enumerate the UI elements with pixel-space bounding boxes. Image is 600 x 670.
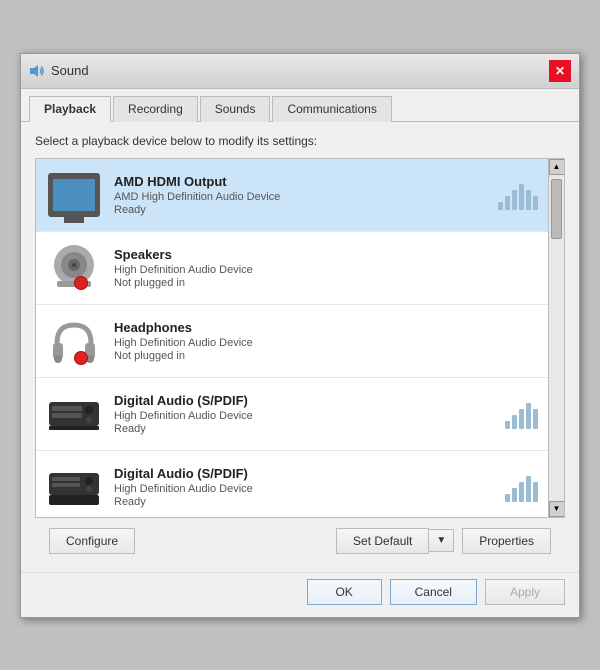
action-buttons: Configure Set Default ▼ Properties [35, 518, 565, 560]
device-icon-headphone [46, 315, 102, 367]
dialog-footer: OK Cancel Apply [21, 572, 579, 617]
device-list-inner: AMD HDMI Output AMD High Definition Audi… [36, 159, 548, 517]
tab-bar: Playback Recording Sounds Communications [21, 89, 579, 122]
device-status: Ready [114, 496, 497, 508]
vol-bar [512, 415, 517, 429]
device-status: Ready [114, 204, 490, 216]
sound-dialog: Sound ✕ Playback Recording Sounds Commun… [20, 53, 580, 618]
device-info: Digital Audio (S/PDIF) High Definition A… [114, 393, 497, 435]
vol-bar [512, 488, 517, 502]
vol-bar [519, 409, 524, 429]
scroll-up-button[interactable]: ▲ [549, 159, 565, 175]
device-name: AMD HDMI Output [114, 174, 490, 189]
set-default-group: Set Default ▼ Properties [336, 528, 551, 554]
device-driver: High Definition Audio Device [114, 264, 538, 276]
configure-button[interactable]: Configure [49, 528, 135, 554]
title-bar: Sound ✕ [21, 54, 579, 89]
instruction-text: Select a playback device below to modify… [35, 134, 565, 148]
device-status: Not plugged in [114, 350, 538, 362]
volume-bars [498, 180, 538, 210]
device-name: Headphones [114, 320, 538, 335]
tv-icon [48, 173, 100, 217]
device-driver: AMD High Definition Audio Device [114, 191, 490, 203]
vol-bar [519, 482, 524, 502]
device-icon-speaker [46, 242, 102, 294]
vol-bar [512, 190, 517, 210]
scrollbar[interactable]: ▲ ▼ [548, 159, 564, 517]
device-name: Digital Audio (S/PDIF) [114, 393, 497, 408]
vol-bar [533, 196, 538, 210]
red-dot-icon [74, 351, 88, 365]
vol-bar [526, 476, 531, 502]
apply-button[interactable]: Apply [485, 579, 565, 605]
device-item[interactable]: Digital Audio (S/PDIF) High Definition A… [36, 378, 548, 451]
device-driver: High Definition Audio Device [114, 337, 538, 349]
device-info: Speakers High Definition Audio Device No… [114, 247, 538, 289]
digital-audio-icon2 [48, 465, 100, 509]
device-status: Not plugged in [114, 277, 538, 289]
volume-bars [505, 399, 538, 429]
sound-icon [29, 63, 45, 79]
device-info: Digital Audio (S/PDIF) High Definition A… [114, 466, 497, 508]
device-icon-tv [46, 169, 102, 221]
scroll-thumb[interactable] [551, 179, 562, 239]
tab-recording[interactable]: Recording [113, 96, 198, 122]
set-default-dropdown-button[interactable]: ▼ [429, 529, 454, 552]
set-default-button[interactable]: Set Default [336, 528, 429, 554]
vol-bar [519, 184, 524, 210]
device-name: Speakers [114, 247, 538, 262]
device-item[interactable]: Digital Audio (S/PDIF) High Definition A… [36, 451, 548, 517]
volume-bars [505, 472, 538, 502]
properties-button[interactable]: Properties [462, 528, 551, 554]
device-item[interactable]: Speakers High Definition Audio Device No… [36, 232, 548, 305]
vol-bar [505, 196, 510, 210]
device-icon-digital1 [46, 388, 102, 440]
vol-bar [505, 421, 510, 429]
red-dot-icon [74, 276, 88, 290]
device-info: Headphones High Definition Audio Device … [114, 320, 538, 362]
device-item[interactable]: Headphones High Definition Audio Device … [36, 305, 548, 378]
cancel-button[interactable]: Cancel [390, 579, 477, 605]
ok-button[interactable]: OK [307, 579, 382, 605]
vol-bar [505, 494, 510, 502]
device-driver: High Definition Audio Device [114, 483, 497, 495]
device-info: AMD HDMI Output AMD High Definition Audi… [114, 174, 490, 216]
dialog-title: Sound [51, 63, 89, 78]
device-list: AMD HDMI Output AMD High Definition Audi… [35, 158, 565, 518]
device-driver: High Definition Audio Device [114, 410, 497, 422]
vol-bar [526, 190, 531, 210]
digital-audio-icon [48, 392, 100, 436]
tab-communications[interactable]: Communications [272, 96, 391, 122]
vol-bar [526, 403, 531, 429]
device-icon-digital2 [46, 461, 102, 513]
scroll-down-button[interactable]: ▼ [549, 501, 565, 517]
device-item[interactable]: AMD HDMI Output AMD High Definition Audi… [36, 159, 548, 232]
vol-bar [498, 202, 503, 210]
close-button[interactable]: ✕ [549, 60, 571, 82]
tab-sounds[interactable]: Sounds [200, 96, 271, 122]
device-name: Digital Audio (S/PDIF) [114, 466, 497, 481]
vol-bar [533, 482, 538, 502]
tab-playback[interactable]: Playback [29, 96, 111, 122]
device-status: Ready [114, 423, 497, 435]
vol-bar [533, 409, 538, 429]
scroll-track[interactable] [549, 175, 564, 501]
tab-content: Select a playback device below to modify… [21, 122, 579, 572]
